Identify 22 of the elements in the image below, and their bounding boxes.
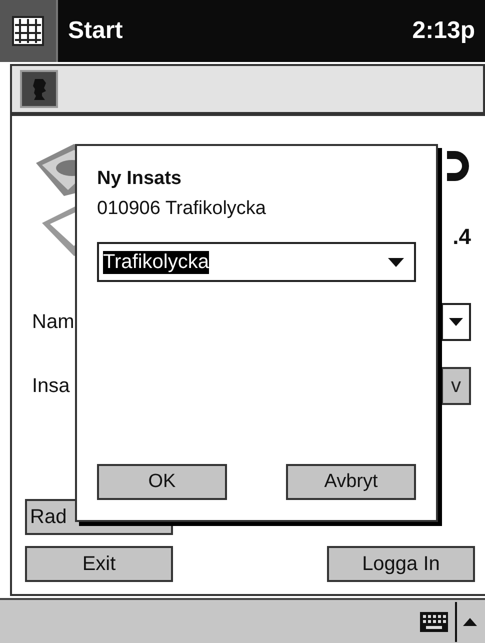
keyboard-icon[interactable] xyxy=(419,611,449,633)
dropdown-field[interactable] xyxy=(441,303,471,341)
field-label: Nam xyxy=(32,310,74,334)
dialog-title: Ny Insats xyxy=(97,168,182,190)
start-label[interactable]: Start xyxy=(68,17,412,45)
field-label: Insa xyxy=(32,374,70,398)
dialog-subtitle: 010906 Trafikolycka xyxy=(97,198,267,220)
login-button[interactable]: Logga In xyxy=(327,546,475,582)
up-arrow-icon[interactable] xyxy=(463,618,477,626)
version-text: .4 xyxy=(452,224,471,250)
action-button[interactable]: v xyxy=(441,367,471,405)
exit-button[interactable]: Exit xyxy=(25,546,173,582)
combo-box[interactable]: Trafikolycka xyxy=(97,242,416,282)
start-button[interactable] xyxy=(0,0,58,62)
toolbar-button[interactable] xyxy=(20,70,58,108)
clock-time[interactable]: 2:13p xyxy=(412,17,475,45)
ok-button[interactable]: OK xyxy=(97,464,227,500)
dropdown-arrow-icon xyxy=(388,258,404,266)
cancel-button[interactable]: Avbryt xyxy=(286,464,416,500)
dropdown-arrow-icon xyxy=(449,318,463,326)
logo-letter-icon xyxy=(447,148,471,184)
combo-value: Trafikolycka xyxy=(103,250,209,274)
